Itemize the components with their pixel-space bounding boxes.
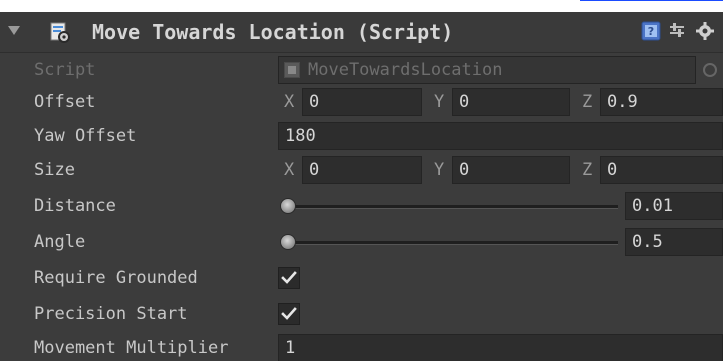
size-label: Size [34,160,75,180]
object-picker-icon[interactable] [703,63,717,77]
checkmark-icon [281,271,297,284]
size-z-input[interactable]: 0 [600,156,723,184]
inspector-panel: Move Towards Location (Script) ? Script … [0,0,723,361]
precision-start-row: Precision Start [0,296,723,332]
yaw-offset-input[interactable]: 180 [278,122,723,150]
fold-arrow-icon[interactable] [8,26,20,35]
svg-text:?: ? [648,25,654,38]
script-label: Script [34,60,96,80]
component-title: Move Towards Location (Script) [92,20,454,44]
offset-x-label: X [284,92,295,112]
offset-row: Offset X 0 Y 0 Z 0.9 [0,84,723,120]
size-y-input[interactable]: 0 [452,156,570,184]
size-z-label: Z [582,160,593,180]
require-grounded-row: Require Grounded [0,260,723,296]
size-x-label: X [284,160,295,180]
precision-start-checkbox[interactable] [278,303,300,325]
movement-multiplier-input[interactable]: 1 [278,334,723,361]
angle-slider-thumb[interactable] [280,234,296,250]
help-icon[interactable]: ? [640,20,662,42]
angle-input[interactable]: 0.5 [625,228,723,256]
checkmark-icon [281,307,297,320]
offset-z-input[interactable]: 0.9 [600,88,723,116]
distance-label: Distance [34,196,116,216]
script-object-icon [284,62,300,78]
size-x-input[interactable]: 0 [302,156,422,184]
require-grounded-label: Require Grounded [34,268,198,288]
angle-row: Angle 0.5 [0,224,723,260]
angle-slider-track[interactable] [290,241,618,245]
top-cutoff-strip [0,0,723,12]
movement-multiplier-row: Movement Multiplier 1 [0,330,723,361]
precision-start-label: Precision Start [34,304,188,324]
distance-input[interactable]: 0.01 [625,192,723,220]
cutoff-link [580,0,723,1]
yaw-offset-label: Yaw Offset [34,126,137,146]
size-row: Size X 0 Y 0 Z 0 [0,152,723,188]
movement-multiplier-label: Movement Multiplier [34,338,229,358]
offset-y-input[interactable]: 0 [452,88,570,116]
angle-label: Angle [34,232,86,252]
offset-label: Offset [34,92,96,112]
distance-row: Distance 0.01 [0,188,723,224]
component-header[interactable]: Move Towards Location (Script) ? [0,12,723,53]
gear-icon[interactable] [694,20,716,42]
offset-x-input[interactable]: 0 [302,88,422,116]
size-y-label: Y [434,160,445,180]
yaw-offset-row: Yaw Offset 180 [0,118,723,154]
script-value: MoveTowardsLocation [308,60,503,80]
distance-slider-track[interactable] [290,205,618,209]
require-grounded-checkbox[interactable] [278,267,300,289]
preset-icon[interactable] [666,20,688,42]
offset-y-label: Y [434,92,445,112]
offset-z-label: Z [582,92,593,112]
distance-slider-thumb[interactable] [280,198,296,214]
script-row: Script MoveTowardsLocation [0,52,723,88]
script-icon [48,20,72,44]
